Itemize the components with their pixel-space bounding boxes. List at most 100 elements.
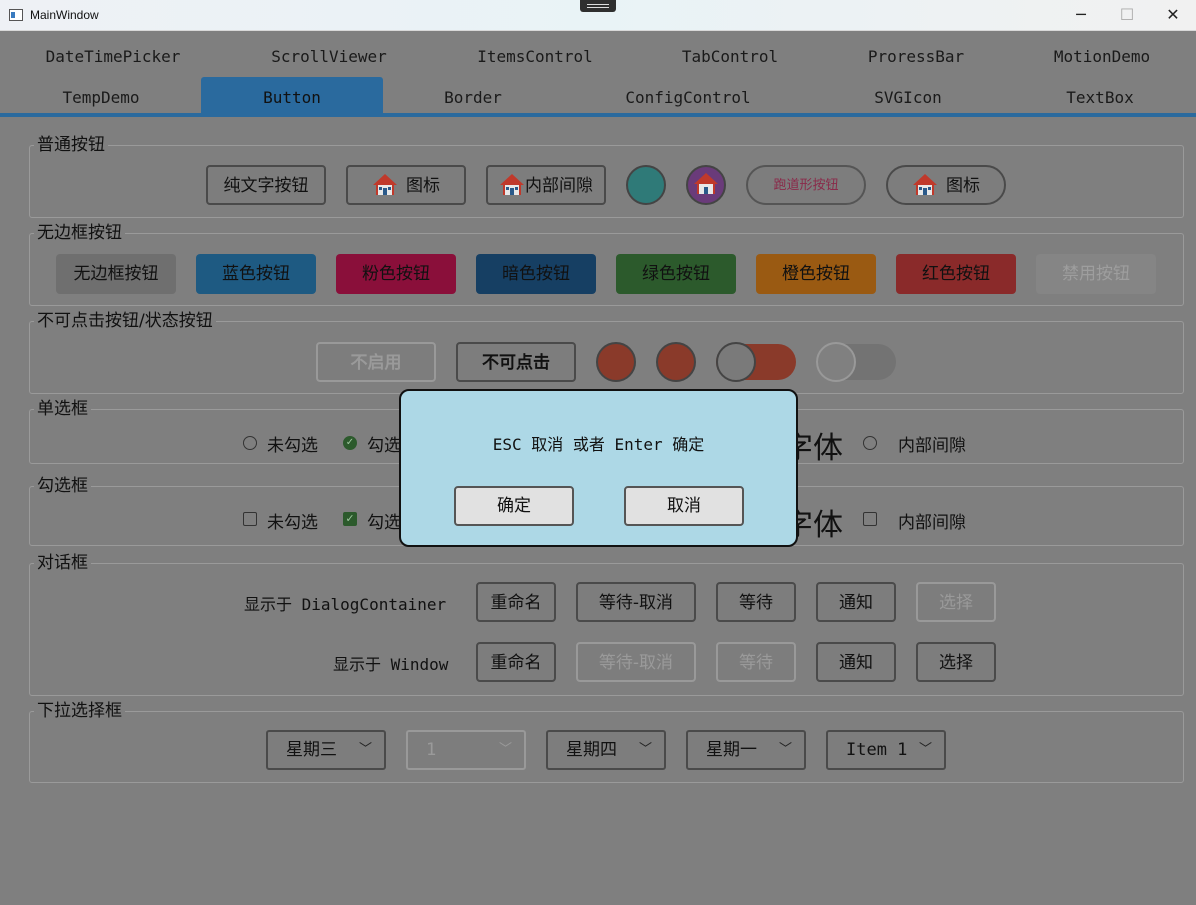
tab-motiondemo[interactable]: MotionDemo <box>1009 40 1195 74</box>
text-button[interactable]: 纯文字按钮 <box>206 165 326 205</box>
minimize-button[interactable]: ─ <box>1058 0 1104 30</box>
toggle-knob <box>816 342 856 382</box>
wait-cancel-dialog-button[interactable]: 等待-取消 <box>576 582 696 622</box>
chevron-down-icon: ﹀ <box>498 742 512 757</box>
select-dialog-button: 选择 <box>916 582 996 622</box>
pill-icon-button[interactable]: 图标 <box>886 165 1006 205</box>
checkbox-unchecked-label: 未勾选 <box>267 513 318 533</box>
group-title: 勾选框 <box>34 476 91 496</box>
window-label: 显示于 Window <box>333 655 449 674</box>
pill-icon-button-label: 图标 <box>946 176 980 196</box>
padding-button[interactable]: 内部间隙 <box>486 165 606 205</box>
rename-dialog-button[interactable]: 重命名 <box>476 582 556 622</box>
home-icon <box>913 174 937 195</box>
green-button[interactable]: 绿色按钮 <box>616 254 736 294</box>
dark-button[interactable]: 暗色按钮 <box>476 254 596 294</box>
wait-cancel-window-button: 等待-取消 <box>576 642 696 682</box>
home-icon <box>500 174 524 195</box>
status-circle[interactable] <box>656 342 696 382</box>
tab-datetimepicker[interactable]: DateTimePicker <box>20 40 206 74</box>
tab-underline <box>0 113 1196 117</box>
title-bar: MainWindow ─ ☐ ✕ <box>0 0 1196 31</box>
group-title: 普通按钮 <box>34 135 108 155</box>
tab-scrollviewer[interactable]: ScrollViewer <box>236 40 422 74</box>
radio-checked[interactable]: ✓ <box>343 436 357 450</box>
disabled-button: 禁用按钮 <box>1036 254 1156 294</box>
combo-number: 1 ﹀ <box>406 730 526 770</box>
tab-tabcontrol[interactable]: TabControl <box>637 40 823 74</box>
radio-padding-label: 内部间隙 <box>898 436 966 456</box>
combo-weekday-3[interactable]: 星期一 ﹀ <box>686 730 806 770</box>
pink-button[interactable]: 粉色按钮 <box>336 254 456 294</box>
chevron-down-icon: ﹀ <box>638 742 652 757</box>
checkbox-padding-label: 内部间隙 <box>898 513 966 533</box>
chevron-down-icon: ﹀ <box>778 742 792 757</box>
combo-weekday-2[interactable]: 星期四 ﹀ <box>546 730 666 770</box>
tab-button[interactable]: Button <box>201 77 383 115</box>
blue-button[interactable]: 蓝色按钮 <box>196 254 316 294</box>
combo-item[interactable]: Item 1 ﹀ <box>826 730 946 770</box>
app-icon <box>9 9 23 21</box>
close-button[interactable]: ✕ <box>1150 0 1196 30</box>
tab-border[interactable]: Border <box>383 81 563 115</box>
combo-value: 星期一 <box>706 740 757 760</box>
pill-button[interactable]: 跑道形按钮 <box>746 165 866 205</box>
cancel-button[interactable]: 取消 <box>624 486 744 526</box>
combo-value: 1 <box>426 740 437 760</box>
ok-button[interactable]: 确定 <box>454 486 574 526</box>
chevron-down-icon: ﹀ <box>918 742 932 757</box>
wait-window-button: 等待 <box>716 642 796 682</box>
icon-button[interactable]: 图标 <box>346 165 466 205</box>
icon-button-label: 图标 <box>406 176 440 196</box>
maximize-button[interactable]: ☐ <box>1104 0 1150 30</box>
dialog-container-label: 显示于 DialogContainer <box>244 595 447 614</box>
tab-proressbar[interactable]: ProressBar <box>823 40 1009 74</box>
unclickable-button: 不可点击 <box>456 342 576 382</box>
combo-value: 星期三 <box>286 740 337 760</box>
tab-configcontrol[interactable]: ConfigControl <box>598 81 778 115</box>
notify-dialog-button[interactable]: 通知 <box>816 582 896 622</box>
radio-unchecked-label: 未勾选 <box>267 436 318 456</box>
tab-svgicon[interactable]: SVGIcon <box>818 81 998 115</box>
group-normal-buttons: 普通按钮 <box>29 135 1184 218</box>
toggle-knob <box>716 342 756 382</box>
drag-handle-icon[interactable] <box>580 0 616 12</box>
status-circle[interactable] <box>596 342 636 382</box>
not-enabled-button: 不启用 <box>316 342 436 382</box>
combo-value: 星期四 <box>566 740 617 760</box>
group-title: 无边框按钮 <box>34 223 125 243</box>
orange-button[interactable]: 橙色按钮 <box>756 254 876 294</box>
radio-padding[interactable] <box>863 436 877 450</box>
toggle-switch-off[interactable] <box>816 342 896 382</box>
checkbox-checked[interactable]: ✓ <box>343 512 357 526</box>
combo-weekday-1[interactable]: 星期三 ﹀ <box>266 730 386 770</box>
home-icon <box>694 173 718 194</box>
borderless-button[interactable]: 无边框按钮 <box>56 254 176 294</box>
checkbox-unchecked[interactable] <box>243 512 257 526</box>
red-button[interactable]: 红色按钮 <box>896 254 1016 294</box>
home-icon <box>373 174 397 195</box>
confirm-dialog: ESC 取消 或者 Enter 确定 确定 取消 <box>399 389 798 547</box>
radio-checked-label: 勾选 <box>367 436 401 456</box>
rename-window-button[interactable]: 重命名 <box>476 642 556 682</box>
checkbox-padding[interactable] <box>863 512 877 526</box>
combo-value: Item 1 <box>846 740 908 760</box>
chevron-down-icon: ﹀ <box>358 742 372 757</box>
group-title: 下拉选择框 <box>34 701 125 721</box>
wait-dialog-button[interactable]: 等待 <box>716 582 796 622</box>
window-title: MainWindow <box>30 8 99 22</box>
checkbox-checked-label: 勾选 <box>367 513 401 533</box>
select-window-button[interactable]: 选择 <box>916 642 996 682</box>
notify-window-button[interactable]: 通知 <box>816 642 896 682</box>
radio-unchecked[interactable] <box>243 436 257 450</box>
tab-tempdemo[interactable]: TempDemo <box>10 81 192 115</box>
padding-button-label: 内部间隙 <box>525 176 593 196</box>
tab-itemscontrol[interactable]: ItemsControl <box>442 40 628 74</box>
teal-circle-button[interactable] <box>626 165 666 205</box>
purple-icon-circle-button[interactable] <box>686 165 726 205</box>
tab-textbox[interactable]: TextBox <box>1010 81 1190 115</box>
group-title: 对话框 <box>34 553 91 573</box>
group-title: 单选框 <box>34 399 91 419</box>
toggle-switch-on[interactable] <box>716 342 796 382</box>
dialog-message: ESC 取消 或者 Enter 确定 <box>492 435 705 454</box>
